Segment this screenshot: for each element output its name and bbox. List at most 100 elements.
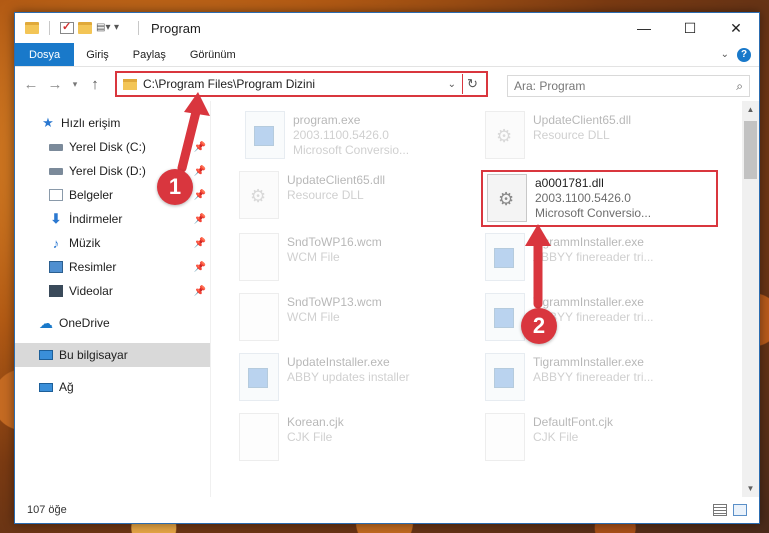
up-arrow-icon[interactable]: ↑ [85, 76, 105, 93]
sidebar-item-downloads[interactable]: ⬇ İndirmeler 📌 [15, 207, 210, 231]
dll-icon [239, 171, 279, 219]
search-input[interactable]: Ara: Program ⌕ [507, 75, 750, 97]
download-icon: ⬇ [50, 211, 62, 226]
file-item-defaultfont-cjk[interactable]: DefaultFont.cjk CJK File [485, 413, 715, 469]
recent-locations-icon[interactable]: ▾ [69, 79, 81, 90]
step-badge-1: 1 [157, 169, 193, 205]
scroll-thumb[interactable] [744, 121, 757, 179]
address-bar[interactable]: C:\Program Files\Program Dizini ⌄ ↻ [115, 71, 488, 97]
sidebar-item-network[interactable]: Ağ [15, 375, 210, 399]
sidebar-item-this-pc[interactable]: Bu bilgisayar [15, 343, 210, 367]
tab-home[interactable]: Giriş [74, 43, 121, 66]
sidebar-item-music[interactable]: ♪ Müzik 📌 [15, 231, 210, 255]
back-arrow-icon[interactable]: ← [21, 76, 41, 93]
close-button[interactable]: ✕ [713, 13, 759, 43]
file-item-a0001781-dll[interactable]: a0001781.dll 2003.1100.5426.0 Microsoft … [487, 174, 717, 230]
file-icon [485, 413, 525, 461]
file-item-updateclient65[interactable]: UpdateClient65.dll Resource DLL [239, 171, 469, 227]
file-name: TigrammInstaller.exe [533, 295, 644, 309]
file-item-updateclient65-top[interactable]: UpdateClient65.dll Resource DLL [485, 111, 715, 167]
sidebar-item-pictures[interactable]: Resimler 📌 [15, 255, 210, 279]
pin-icon: 📌 [193, 189, 206, 201]
forward-arrow-icon[interactable]: → [45, 76, 65, 93]
window-controls: — ☐ ✕ [621, 13, 759, 43]
tiles-view-icon[interactable] [733, 504, 747, 516]
sidebar-item-label: Resimler [69, 260, 117, 274]
vertical-scrollbar[interactable]: ▲ ▼ [742, 101, 759, 497]
exe-icon [485, 353, 525, 401]
file-type: Resource DLL [533, 128, 610, 142]
pin-icon: 📌 [193, 165, 206, 177]
sidebar-item-quick-access[interactable]: ★ Hızlı erişim [15, 111, 210, 135]
file-item-tigramminstaller[interactable]: TigrammInstaller.exe ABBYY finereader tr… [485, 233, 715, 289]
search-placeholder[interactable]: Ara: Program [514, 79, 736, 93]
file-name: SndToWP13.wcm [287, 295, 382, 309]
file-item-tigramminstaller[interactable]: TigrammInstaller.exe ABBYY finereader tr… [485, 353, 715, 409]
sidebar-item-label: Bu bilgisayar [59, 348, 128, 362]
help-icon[interactable]: ? [737, 47, 751, 62]
dll-icon [487, 174, 527, 222]
window-title: Program [151, 20, 201, 36]
exe-icon [239, 353, 279, 401]
properties-icon[interactable] [60, 20, 74, 34]
file-name: UpdateClient65.dll [533, 113, 632, 127]
new-folder-icon[interactable] [78, 22, 92, 34]
scroll-up-icon[interactable]: ▲ [742, 101, 759, 118]
file-icon [239, 413, 279, 461]
file-item-updateinstaller[interactable]: UpdateInstaller.exe ABBY updates install… [239, 353, 469, 409]
navigation-pane: ★ Hızlı erişim Yerel Disk (C:) 📌 Yerel D… [15, 101, 211, 497]
status-bar: 107 öğe [15, 497, 759, 523]
maximize-button[interactable]: ☐ [667, 13, 713, 43]
file-type: WCM File [287, 250, 340, 264]
disk-icon [49, 143, 63, 151]
sidebar-item-disk-c[interactable]: Yerel Disk (C:) 📌 [15, 135, 210, 159]
details-view-icon[interactable] [713, 504, 727, 516]
file-item-tigramminstaller[interactable]: TigrammInstaller.exe ABBYY finereader tr… [485, 293, 715, 349]
file-version: 2003.1100.5426.0 [535, 191, 631, 205]
videos-icon [49, 285, 63, 297]
scroll-down-icon[interactable]: ▼ [742, 480, 759, 497]
content-area: ★ Hızlı erişim Yerel Disk (C:) 📌 Yerel D… [15, 101, 759, 497]
chevron-down-icon[interactable]: ▾ [114, 22, 128, 34]
file-item-sndtowp16[interactable]: SndToWP16.wcm WCM File [239, 233, 469, 289]
file-name: TigrammInstaller.exe [533, 235, 644, 249]
expand-ribbon-icon[interactable]: ⌄ [721, 49, 729, 60]
ribbon-right-controls: ⌄ ? [721, 43, 759, 66]
quick-access-toolbar: ▤▾ ▾ Program [15, 20, 201, 36]
file-name: program.exe [293, 113, 361, 127]
file-item-korean-cjk[interactable]: Korean.cjk CJK File [239, 413, 469, 469]
ribbon-tabs: Dosya Giriş Paylaş Görünüm ⌄ ? [15, 43, 759, 67]
search-icon[interactable]: ⌕ [736, 79, 743, 94]
customize-toolbar-icon[interactable]: ▤▾ [96, 22, 110, 34]
sidebar-item-onedrive[interactable]: ☁ OneDrive [15, 311, 210, 335]
file-name: DefaultFont.cjk [533, 415, 614, 429]
sidebar-item-label: İndirmeler [69, 212, 123, 226]
file-type: WCM File [287, 310, 340, 324]
tab-file[interactable]: Dosya [15, 43, 75, 66]
disk-icon [49, 167, 63, 175]
file-name: UpdateInstaller.exe [287, 355, 390, 369]
address-path[interactable]: C:\Program Files\Program Dizini [143, 77, 442, 91]
tab-view[interactable]: Görünüm [178, 43, 248, 66]
file-description: Microsoft Conversio... [293, 143, 410, 157]
exe-icon [485, 233, 525, 281]
file-name: TigrammInstaller.exe [533, 355, 644, 369]
file-item-sndtowp13[interactable]: SndToWP13.wcm WCM File [239, 293, 469, 349]
minimize-button[interactable]: — [621, 13, 667, 43]
file-type: ABBYY finereader tri... [533, 250, 654, 264]
pin-icon: 📌 [193, 141, 206, 153]
sidebar-item-videos[interactable]: Videolar 📌 [15, 279, 210, 303]
sidebar-item-label: Hızlı erişim [61, 116, 121, 130]
file-item-program-exe[interactable]: program.exe 2003.1100.5426.0 Microsoft C… [245, 111, 475, 167]
refresh-icon[interactable]: ↻ [462, 74, 482, 94]
computer-icon [39, 350, 53, 360]
chevron-down-icon[interactable]: ⌄ [448, 79, 456, 90]
file-explorer-window: ▤▾ ▾ Program — ☐ ✕ Dosya Giriş Paylaş Gö… [14, 12, 760, 524]
pictures-icon [49, 261, 63, 273]
file-type: CJK File [533, 430, 579, 444]
exe-icon [485, 293, 525, 341]
dll-icon [485, 111, 525, 159]
sidebar-item-label: Videolar [69, 284, 113, 298]
tab-share[interactable]: Paylaş [121, 43, 178, 66]
